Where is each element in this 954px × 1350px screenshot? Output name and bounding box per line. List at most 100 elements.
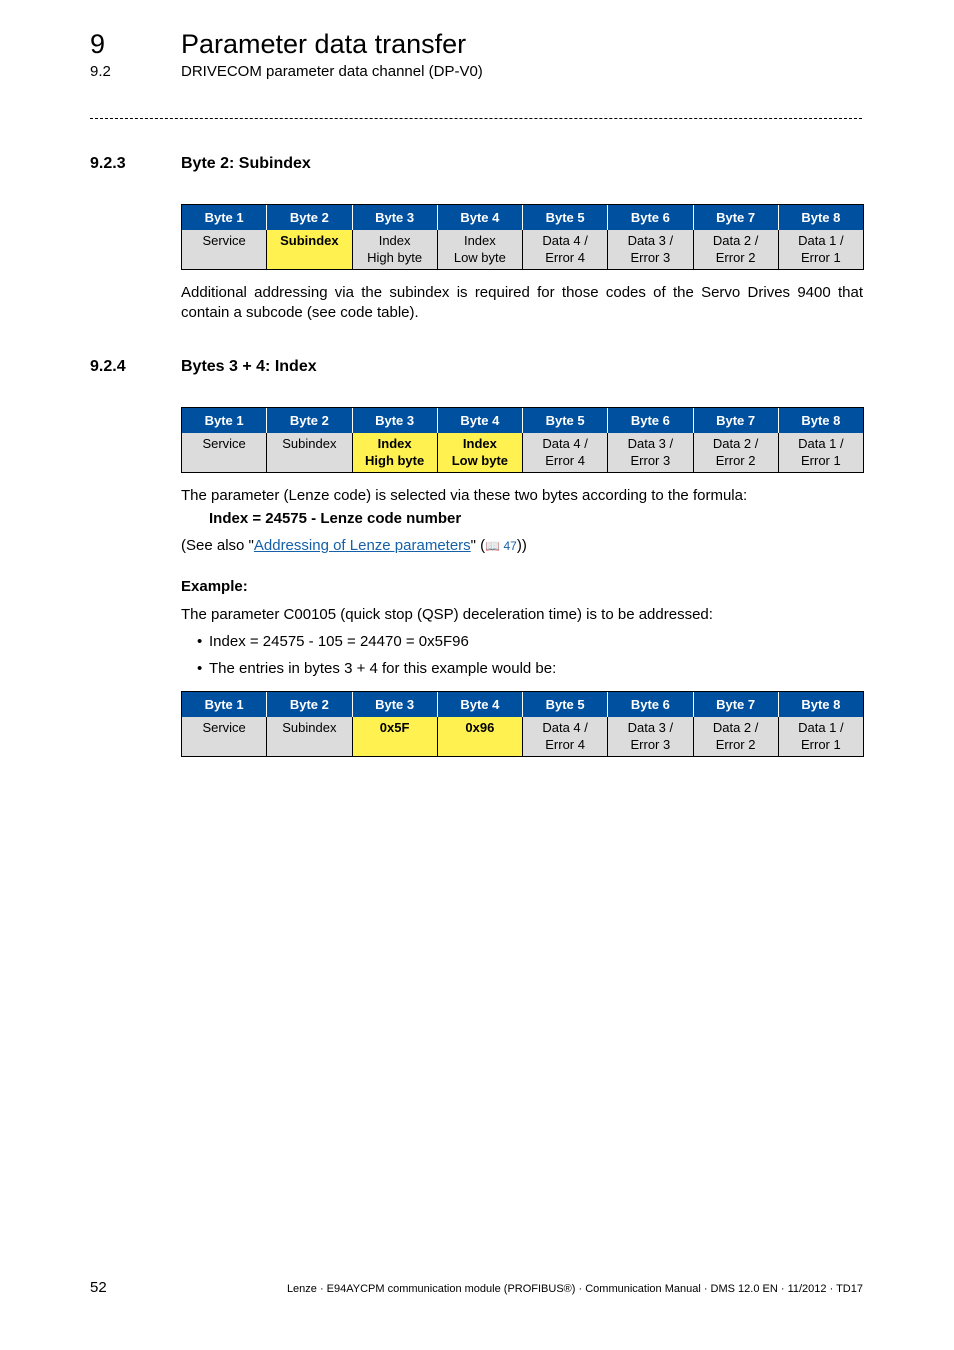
cell-text: Error 4 [545, 250, 585, 265]
column-header: Byte 6 [607, 691, 693, 717]
cell-text: Error 4 [545, 453, 585, 468]
cell-text: Index [462, 436, 497, 451]
subsection-title-923: Byte 2: Subindex [181, 155, 311, 172]
cell-text: Error 2 [715, 737, 756, 752]
bullet-item: Index = 24575 - 105 = 24470 = 0x5F96 [209, 633, 469, 650]
cell-text: Data 1 / [798, 720, 844, 735]
page-reference-number: 47 [503, 539, 517, 553]
subsection-number-924: 9.2.4 [90, 358, 126, 375]
bullet-marker: • [197, 633, 203, 650]
table-cell: Data 2 / Error 2 [692, 433, 779, 473]
column-header: Byte 1 [180, 407, 267, 433]
cell-text: Data 4 / [542, 436, 588, 451]
cell-text: Subindex [280, 233, 339, 248]
byte-table-subindex: Byte 1 Byte 2 Byte 3 Byte 4 Byte 5 Byte 6 Byte… [180, 204, 865, 270]
table-cell: Service [180, 717, 268, 757]
table-cell: Service [180, 230, 268, 270]
see-also-suffix: )) [516, 537, 527, 554]
index-paragraph: The parameter (Lenze code) is selected v… [181, 487, 748, 504]
column-header: Byte 4 [436, 204, 523, 230]
column-header: Byte 7 [692, 691, 779, 717]
subsection-title-924: Bytes 3 + 4: Index [181, 358, 317, 375]
subindex-paragraph: Additional addressing via the subindex i… [181, 284, 863, 321]
table-cell: Data 4 / Error 4 [521, 433, 609, 473]
column-header: Byte 6 [607, 204, 693, 230]
table-cell: Data 4 / Error 4 [521, 717, 609, 757]
table-cell: Index High byte [351, 433, 438, 473]
addressing-link[interactable]: Addressing of Lenze parameters [254, 537, 471, 554]
cell-text: Data 4 / [542, 720, 588, 735]
cell-text: Data 3 / [627, 436, 674, 451]
cell-text: Error 3 [630, 737, 671, 752]
table-cell: Data 1 / Error 1 [777, 433, 865, 473]
column-header: Byte 1 [180, 691, 267, 717]
column-header: Byte 8 [777, 407, 865, 433]
example-text: The parameter C00105 (quick stop (QSP) d… [181, 606, 713, 623]
column-header: Byte 6 [607, 407, 693, 433]
bullet-marker: • [197, 660, 203, 677]
table-cell: Data 4 / Error 4 [521, 230, 609, 270]
cell-text: Subindex [282, 436, 337, 451]
column-header: Byte 2 [266, 407, 352, 433]
cell-text: Error 2 [715, 250, 756, 265]
column-header: Byte 3 [351, 407, 438, 433]
cell-text: Data 1 / [798, 436, 844, 451]
cell-text: Error 3 [630, 250, 671, 265]
table-cell: Data 2 / Error 2 [692, 717, 779, 757]
example-label: Example: [181, 578, 248, 595]
column-header: Byte 7 [692, 407, 779, 433]
see-also-mid: " ( [470, 537, 486, 554]
see-also-prefix: (See also " [181, 537, 254, 554]
cell-text: Error 1 [801, 453, 841, 468]
cell-text: Error 1 [801, 250, 841, 265]
cell-text: High byte [365, 453, 425, 468]
column-header: Byte 3 [351, 691, 438, 717]
table-cell: Data 1 / Error 1 [777, 230, 865, 270]
cell-text: Low byte [453, 250, 506, 265]
table-cell: Subindex [266, 717, 353, 757]
table-cell: Data 3 / Error 3 [607, 230, 694, 270]
column-header: Byte 4 [436, 691, 523, 717]
section-number: 9.2 [90, 63, 111, 80]
table-cell: Subindex [266, 230, 353, 270]
table-cell: Index Low byte [436, 230, 524, 270]
table-cell: 0x5F [351, 717, 438, 757]
table-cell: Subindex [266, 433, 353, 473]
cell-text: 0x96 [465, 720, 495, 735]
column-header: Byte 5 [521, 691, 608, 717]
subsection-number-923: 9.2.3 [90, 155, 126, 172]
table-cell: Data 1 / Error 1 [777, 717, 865, 757]
cell-text: Data 3 / [627, 720, 674, 735]
byte-table-index: Byte 1 Byte 2 Byte 3 Byte 4 Byte 5 Byte 6 Byte… [180, 407, 865, 473]
column-header: Byte 8 [777, 204, 865, 230]
cell-text: Error 4 [545, 737, 585, 752]
cell-text: Service [202, 720, 246, 735]
cell-text: Error 2 [715, 453, 756, 468]
table-cell: Data 3 / Error 3 [607, 717, 694, 757]
column-header: Byte 3 [351, 204, 438, 230]
cell-text: High byte [367, 250, 423, 265]
column-header: Byte 5 [521, 407, 608, 433]
cell-text: Data 2 / [712, 720, 759, 735]
table-cell: Service [180, 433, 268, 473]
column-header: Byte 8 [777, 691, 865, 717]
cell-text: Service [202, 436, 246, 451]
column-header: Byte 4 [436, 407, 523, 433]
cell-text: Subindex [282, 720, 337, 735]
table-cell: Index High byte [351, 230, 438, 270]
table-cell: Data 3 / Error 3 [607, 433, 694, 473]
cell-text: Data 3 / [627, 233, 674, 248]
column-header: Byte 7 [692, 204, 779, 230]
cell-text: Service [202, 233, 246, 248]
bullet-item: The entries in bytes 3 + 4 for this exam… [209, 660, 557, 677]
cell-text: Index [378, 233, 411, 248]
cell-text: Data 2 / [712, 436, 759, 451]
byte-table-example: Byte 1 Byte 2 Byte 3 Byte 4 Byte 5 Byte 6 Byte… [180, 691, 865, 757]
index-formula: Index = 24575 - Lenze code number [209, 510, 462, 527]
cell-text: Index [463, 233, 496, 248]
page-reference[interactable]: 📖 47 [485, 539, 517, 553]
header-divider [90, 118, 862, 119]
cell-text: Data 1 / [798, 233, 844, 248]
see-also-line: (See also "Addressing of Lenze parameter… [181, 536, 863, 556]
cell-text: Low byte [451, 453, 509, 468]
